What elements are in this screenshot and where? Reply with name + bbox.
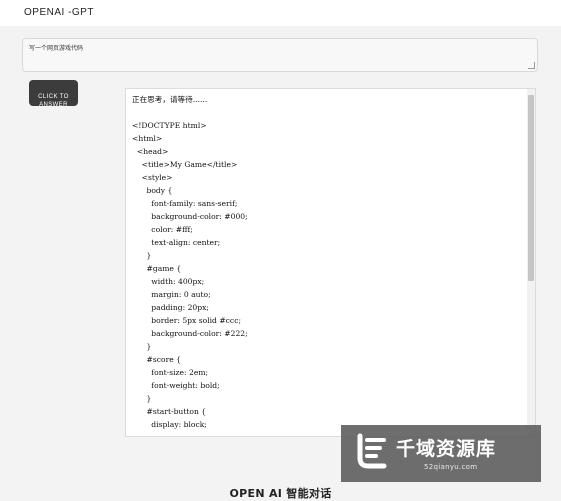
- scrollbar[interactable]: [527, 89, 535, 436]
- app-title: OPENAI -GPT: [24, 7, 94, 18]
- prompt-input-value[interactable]: 写一个网页游戏代码: [29, 43, 83, 52]
- answer-output-area[interactable]: 正在思考，请等待...... <!DOCTYPE html> <html> <h…: [125, 88, 536, 437]
- footer-title: OPEN AI 智能对话: [229, 487, 332, 500]
- answer-output-text: 正在思考，请等待...... <!DOCTYPE html> <html> <h…: [132, 95, 248, 429]
- top-bar: OPENAI -GPT: [0, 0, 561, 26]
- watermark-url: 52qianyu.com: [424, 463, 478, 471]
- scrollbar-thumb[interactable]: [528, 95, 534, 281]
- watermark: 千域资源库 52qianyu.com: [341, 425, 541, 482]
- watermark-logo-icon: [357, 433, 387, 469]
- prompt-input[interactable]: 写一个网页游戏代码: [22, 38, 538, 72]
- resize-grip-icon[interactable]: [528, 62, 535, 69]
- click-to-answer-button[interactable]: CLICK TO ANSWER: [29, 80, 78, 108]
- answer-button-label: CLICK TO ANSWER: [38, 94, 69, 108]
- watermark-title: 千域资源库: [396, 438, 497, 460]
